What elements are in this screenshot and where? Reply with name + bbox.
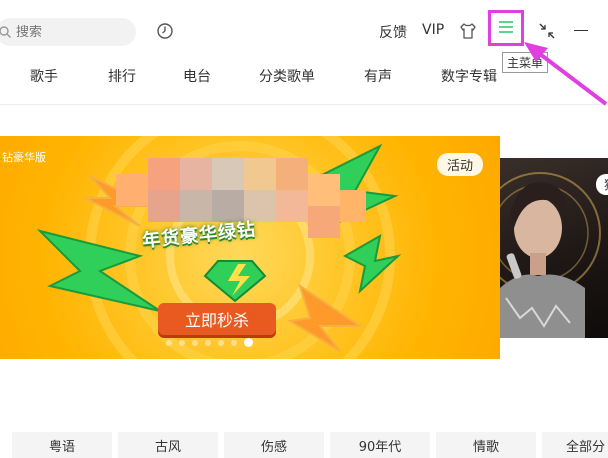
carousel-dot[interactable] [179, 339, 185, 346]
genre-tag-all[interactable]: 全部分 [542, 432, 608, 458]
carousel-dot[interactable] [192, 339, 198, 346]
carousel-dot-active[interactable] [244, 338, 253, 347]
next-banner-tag: 独 [596, 174, 608, 195]
top-bar: 反馈 VIP [0, 0, 608, 58]
hamburger-menu-icon [498, 19, 514, 38]
carousel-dots [166, 338, 253, 347]
history-icon[interactable] [156, 22, 174, 40]
activity-tag: 活动 [437, 153, 484, 176]
tab-digital-albums[interactable]: 数字专辑 [441, 66, 497, 86]
tab-playlists[interactable]: 分类歌单 [259, 66, 315, 86]
nav-tabs: 歌手 排行 电台 分类歌单 有声 数字专辑 [0, 66, 608, 90]
vip-link[interactable]: VIP [422, 22, 444, 38]
search-input[interactable] [16, 24, 116, 40]
genre-tags: 粤语 古风 伤感 90年代 情歌 全部分 [0, 432, 608, 458]
tab-radio[interactable]: 电台 [183, 66, 211, 86]
buy-now-button[interactable]: 立即秒杀 [158, 303, 276, 335]
genre-tag[interactable]: 粤语 [12, 432, 112, 458]
promo-banner[interactable]: 钻豪华版 活动 年货豪华绿钻 立即秒杀 [0, 136, 500, 359]
carousel-dot[interactable] [166, 339, 172, 346]
tab-singers[interactable]: 歌手 [30, 66, 58, 86]
search-icon [0, 25, 12, 39]
genre-tag[interactable]: 伤感 [224, 432, 324, 458]
divider [0, 104, 608, 105]
carousel-dot[interactable] [205, 339, 211, 346]
next-banner[interactable]: 独 [500, 158, 608, 338]
carousel-dot[interactable] [218, 339, 224, 346]
singer-photo [500, 172, 601, 338]
search-box[interactable] [0, 18, 136, 46]
tshirt-icon[interactable] [458, 21, 478, 41]
minimize-icon[interactable] [574, 30, 588, 31]
genre-tag[interactable]: 古风 [118, 432, 218, 458]
main-menu-button[interactable] [488, 10, 524, 46]
tab-audio[interactable]: 有声 [364, 66, 392, 86]
genre-tag[interactable]: 90年代 [330, 432, 430, 458]
tab-charts[interactable]: 排行 [108, 66, 136, 86]
carousel-dot[interactable] [231, 339, 237, 346]
edition-label: 钻豪华版 [2, 151, 46, 164]
feedback-link[interactable]: 反馈 [379, 22, 407, 42]
collapse-icon[interactable] [538, 22, 556, 40]
genre-tag[interactable]: 情歌 [436, 432, 536, 458]
